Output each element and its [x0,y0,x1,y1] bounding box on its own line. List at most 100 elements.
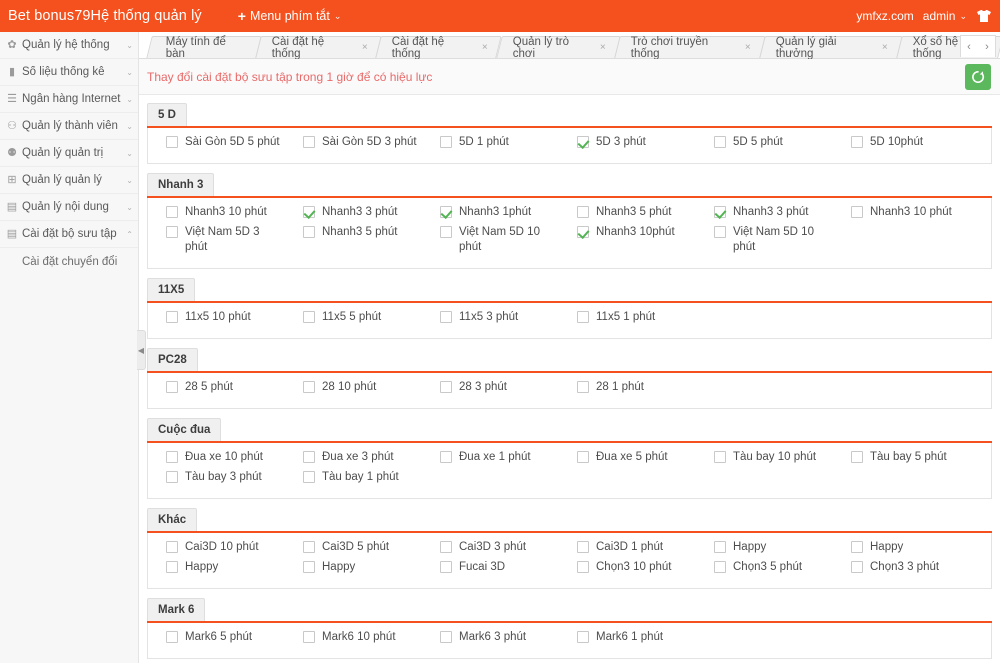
checkbox-row[interactable]: Tàu bay 10 phút [714,450,833,465]
tab-prev-button[interactable]: ‹ [961,41,977,53]
checkbox-row[interactable]: Chọn3 5 phút [714,560,833,575]
sidebar-subitem-cai-dat-chuyen-doi[interactable]: Cài đặt chuyển đổi [0,248,138,276]
checkbox[interactable] [166,206,178,218]
checkbox[interactable] [577,206,589,218]
checkbox[interactable] [714,561,726,573]
checkbox-row[interactable]: 28 3 phút [440,380,559,395]
checkbox-row[interactable]: Chọn3 10 phút [577,560,696,575]
checkbox[interactable] [166,561,178,573]
checkbox[interactable] [303,226,315,238]
checkbox[interactable] [166,541,178,553]
checkbox-row[interactable]: Cai3D 10 phút [166,540,285,555]
close-icon[interactable]: × [482,42,488,53]
checkbox-row[interactable]: Nhanh3 10 phút [851,205,970,220]
sidebar-item-ngan-hang-internet[interactable]: ☰ Ngân hàng Internet ⌄ [0,86,138,113]
checkbox-row[interactable]: Việt Nam 5D 10 phút [714,225,833,255]
checkbox[interactable] [303,471,315,483]
checkbox-row[interactable]: 28 10 phút [303,380,422,395]
checkbox[interactable] [577,136,589,148]
tab-quan-ly-tro-choi[interactable]: Quản lý trò chơi × [496,36,620,58]
checkbox-row[interactable]: Nhanh3 5 phút [577,205,696,220]
checkbox[interactable] [851,136,863,148]
checkbox-row[interactable]: Mark6 3 phút [440,630,559,645]
checkbox-row[interactable]: Cai3D 1 phút [577,540,696,555]
sidebar-item-quan-ly-quan-tri[interactable]: ⚉ Quản lý quản trị ⌄ [0,140,138,167]
checkbox[interactable] [440,561,452,573]
sidebar-item-quan-ly-quan-ly[interactable]: ⊞ Quản lý quản lý ⌄ [0,167,138,194]
checkbox[interactable] [166,311,178,323]
checkbox[interactable] [851,451,863,463]
checkbox-row[interactable]: Nhanh3 10 phút [166,205,285,220]
checkbox[interactable] [577,226,589,238]
close-icon[interactable]: × [882,42,888,53]
checkbox-row[interactable]: 5D 5 phút [714,135,833,150]
checkbox[interactable] [166,451,178,463]
checkbox[interactable] [714,451,726,463]
checkbox-row[interactable]: Happy [851,540,970,555]
tab-next-button[interactable]: › [979,41,995,53]
sidebar-item-quan-ly-noi-dung[interactable]: ▤ Quản lý nội dung ⌄ [0,194,138,221]
checkbox[interactable] [851,206,863,218]
checkbox-row[interactable]: Mark6 1 phút [577,630,696,645]
checkbox[interactable] [303,136,315,148]
refresh-button[interactable] [965,64,991,90]
checkbox[interactable] [303,631,315,643]
checkbox[interactable] [166,631,178,643]
checkbox-row[interactable]: Happy [714,540,833,555]
checkbox[interactable] [714,226,726,238]
checkbox-row[interactable]: 11x5 3 phút [440,310,559,325]
sidebar-item-quan-ly-he-thong[interactable]: ✿ Quản lý hệ thống ⌄ [0,32,138,59]
checkbox[interactable] [577,561,589,573]
checkbox-row[interactable]: Tàu bay 3 phút [166,470,285,485]
checkbox-row[interactable]: Tàu bay 1 phút [303,470,422,485]
checkbox-row[interactable]: Đua xe 1 phút [440,450,559,465]
tab-quan-ly-giai-thuong[interactable]: Quản lý giải thưởng × [759,36,903,58]
checkbox[interactable] [577,541,589,553]
checkbox[interactable] [714,136,726,148]
checkbox-row[interactable]: 5D 3 phút [577,135,696,150]
checkbox-row[interactable]: 5D 10phút [851,135,970,150]
checkbox-row[interactable]: Mark6 10 phút [303,630,422,645]
checkbox-row[interactable]: 28 5 phút [166,380,285,395]
checkbox-row[interactable]: Nhanh3 1phút [440,205,559,220]
close-icon[interactable]: × [600,42,606,53]
checkbox-row[interactable]: Cai3D 3 phút [440,540,559,555]
checkbox-row[interactable]: Đua xe 3 phút [303,450,422,465]
checkbox-row[interactable]: 5D 1 phút [440,135,559,150]
checkbox[interactable] [166,471,178,483]
checkbox[interactable] [577,311,589,323]
checkbox-row[interactable]: Việt Nam 5D 3 phút [166,225,285,255]
shortcut-menu-button[interactable]: + Menu phím tắt ⌄ [238,8,342,24]
checkbox-row[interactable]: Tàu bay 5 phút [851,450,970,465]
checkbox-row[interactable]: Nhanh3 3 phút [303,205,422,220]
sidebar-item-cai-dat-bo-suu-tap[interactable]: ▤ Cài đặt bộ sưu tập ⌃ [0,221,138,248]
checkbox[interactable] [303,381,315,393]
checkbox[interactable] [303,561,315,573]
close-icon[interactable]: × [361,42,367,53]
checkbox[interactable] [440,381,452,393]
checkbox[interactable] [440,206,452,218]
checkbox-row[interactable]: Đua xe 10 phút [166,450,285,465]
tab-tro-choi-truyen-thong[interactable]: Trò chơi truyền thống × [614,36,765,58]
checkbox-row[interactable]: Fucai 3D [440,560,559,575]
checkbox-row[interactable]: Sài Gòn 5D 3 phút [303,135,422,150]
checkbox-row[interactable]: Happy [303,560,422,575]
checkbox[interactable] [303,206,315,218]
checkbox[interactable] [851,561,863,573]
checkbox[interactable] [440,451,452,463]
checkbox-row[interactable]: 11x5 5 phút [303,310,422,325]
checkbox-row[interactable]: Cai3D 5 phút [303,540,422,555]
checkbox-row[interactable]: Đua xe 5 phút [577,450,696,465]
checkbox[interactable] [577,631,589,643]
checkbox-row[interactable]: Nhanh3 3 phút [714,205,833,220]
close-icon[interactable]: × [745,42,751,53]
checkbox-row[interactable]: Sài Gòn 5D 5 phút [166,135,285,150]
checkbox[interactable] [440,541,452,553]
checkbox[interactable] [851,541,863,553]
checkbox[interactable] [440,136,452,148]
checkbox[interactable] [440,226,452,238]
tab-cai-dat-he-thong-2[interactable]: Cài đặt hệ thống × [376,36,503,58]
tshirt-icon[interactable] [976,9,992,23]
checkbox[interactable] [303,541,315,553]
checkbox[interactable] [166,226,178,238]
